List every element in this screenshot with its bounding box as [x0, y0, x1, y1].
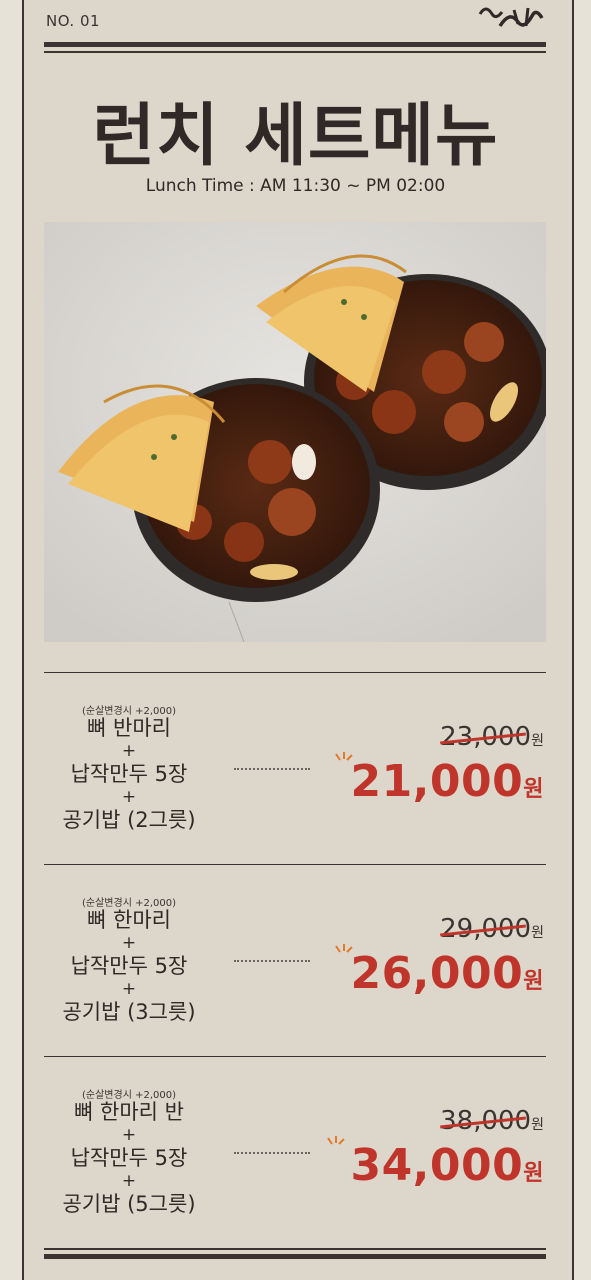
sale-price-value: 34,000: [350, 1140, 524, 1191]
sparkle-icon: [327, 1136, 345, 1145]
set-item-main: 뼈 한마리 반: [74, 1100, 184, 1124]
original-price: 38,000원: [440, 1106, 544, 1136]
brand-logo-icon: [478, 7, 544, 27]
food-photo-icon: [44, 222, 546, 642]
sale-price-value: 26,000: [350, 948, 524, 999]
set-item-dumpling: 납작만두 5장: [70, 762, 188, 786]
plus-sign: +: [121, 1125, 137, 1145]
boneless-note: (순살변경시 +2,000): [82, 706, 176, 717]
currency-unit: 원: [531, 925, 544, 941]
dotted-leader: [234, 768, 310, 770]
page-number: NO. 01: [46, 12, 101, 30]
set-items: 뼈 한마리 + 납작만두 5장 + 공기밥 (3그릇): [34, 908, 224, 1024]
currency-unit: 원: [523, 1161, 544, 1186]
plus-sign: +: [121, 1171, 137, 1191]
lunch-time: Lunch Time : AM 11:30 ~ PM 02:00: [145, 176, 446, 196]
boneless-note: (순살변경시 +2,000): [82, 1090, 176, 1101]
lunch-set-3: (순살변경시 +2,000) 뼈 한마리 반 + 납작만두 5장 + 공기밥 (…: [44, 1056, 546, 1246]
plus-sign: +: [121, 787, 137, 807]
set-item-rice: 공기밥 (2그릇): [62, 808, 196, 832]
set-item-main: 뼈 한마리: [87, 908, 171, 932]
dotted-leader: [234, 1152, 310, 1154]
set-item-rice: 공기밥 (3그릇): [62, 1000, 196, 1024]
header-rule: [44, 42, 546, 53]
sale-price: 26,000원: [350, 948, 544, 999]
set-item-rice: 공기밥 (5그릇): [62, 1192, 196, 1216]
original-price: 29,000원: [440, 914, 544, 944]
plus-sign: +: [121, 979, 137, 999]
sale-price: 21,000원: [350, 756, 544, 807]
food-photo: [44, 222, 546, 642]
plus-sign: +: [121, 933, 137, 953]
dotted-leader: [234, 960, 310, 962]
sale-price-value: 21,000: [350, 756, 524, 807]
set-item-dumpling: 납작만두 5장: [70, 1146, 188, 1170]
currency-unit: 원: [531, 733, 544, 749]
set-items: 뼈 한마리 반 + 납작만두 5장 + 공기밥 (5그릇): [34, 1100, 224, 1216]
lunch-set-2: (순살변경시 +2,000) 뼈 한마리 + 납작만두 5장 + 공기밥 (3그…: [44, 864, 546, 1054]
lunch-set-1: (순살변경시 +2,000) 뼈 반마리 + 납작만두 5장 + 공기밥 (2그…: [44, 672, 546, 862]
footer-rule: [44, 1248, 546, 1259]
currency-unit: 원: [523, 777, 544, 802]
sale-price: 34,000원: [350, 1140, 544, 1191]
page-title: 런치 세트메뉴: [92, 97, 499, 176]
currency-unit: 원: [523, 969, 544, 994]
boneless-note: (순살변경시 +2,000): [82, 898, 176, 909]
set-item-dumpling: 납작만두 5장: [70, 954, 188, 978]
set-item-main: 뼈 반마리: [87, 716, 171, 740]
original-price: 23,000원: [440, 722, 544, 752]
currency-unit: 원: [531, 1117, 544, 1133]
plus-sign: +: [121, 741, 137, 761]
set-items: 뼈 반마리 + 납작만두 5장 + 공기밥 (2그릇): [34, 716, 224, 832]
